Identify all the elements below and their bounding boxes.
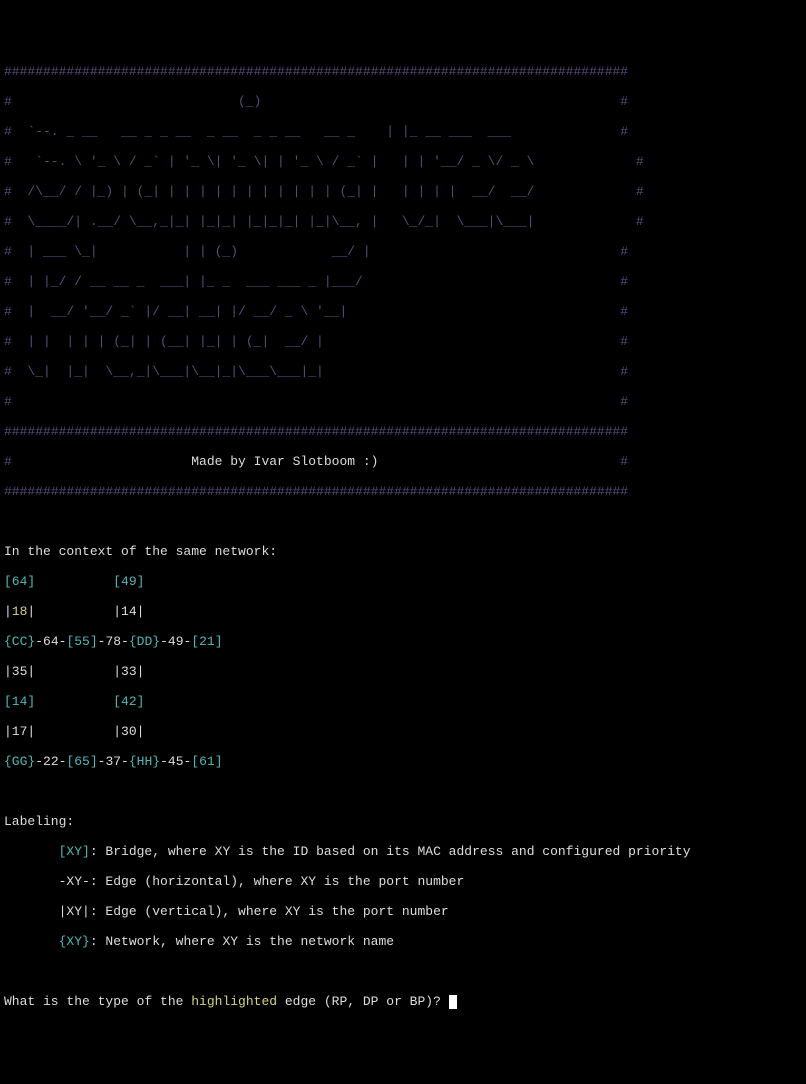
banner-row: # (_) # (4, 94, 802, 109)
border-char: # (378, 454, 628, 469)
banner-row: # | ___ \_| | | (_) __/ | # (4, 244, 802, 259)
banner-row: # | __/ '__/ _` |/ __| __| |/ __/ _ \ '_… (4, 304, 802, 319)
edge-bar: | (4, 604, 12, 619)
bridge-id: [64] (4, 574, 35, 589)
border-char: # (4, 454, 191, 469)
banner-row: # \_| |_| \__,_|\___|\__|_|\___\___|_| # (4, 364, 802, 379)
edge-text: -49- (160, 634, 191, 649)
labeling-edge-h: -XY-: Edge (horizontal), where XY is the… (4, 874, 802, 889)
banner-row: # # (4, 394, 802, 409)
edge-text: -37- (98, 754, 129, 769)
banner-row: # `--. _ __ __ _ _ __ _ __ _ _ __ __ _ |… (4, 124, 802, 139)
prompt-text: edge (RP, DP or BP)? (277, 994, 449, 1009)
context-line: In the context of the same network: (4, 544, 802, 559)
network-id: {HH} (129, 754, 160, 769)
topology-row: |17| |30| (4, 724, 802, 739)
topology-row: {GG}-22-[65]-37-{HH}-45-[61] (4, 754, 802, 769)
label-desc: : Network, where XY is the network name (90, 934, 394, 949)
blank-line (4, 514, 802, 529)
spacer (35, 694, 113, 709)
bridge-id: [42] (113, 694, 144, 709)
banner-row: # | | | | | (_| | (__| |_| | (_| __/ | # (4, 334, 802, 349)
network-id: {CC} (4, 634, 35, 649)
banner-madeby-row: # Made by Ivar Slotboom :) # (4, 454, 802, 469)
bridge-id: [21] (191, 634, 222, 649)
topology-row: [14] [42] (4, 694, 802, 709)
bridge-id: [61] (191, 754, 222, 769)
labeling-network: {XY}: Network, where XY is the network n… (4, 934, 802, 949)
banner-border-bottom: ########################################… (4, 484, 802, 499)
banner-row: # `--. \ '_ \ / _` | '_ \| '_ \| | '_ \ … (4, 154, 802, 169)
topology-row: {CC}-64-[55]-78-{DD}-49-[21] (4, 634, 802, 649)
label-tag: {XY} (59, 934, 90, 949)
edge-text: -45- (160, 754, 191, 769)
blank-line (4, 784, 802, 799)
topology-row: [64] [49] (4, 574, 802, 589)
labeling-edge-v: |XY|: Edge (vertical), where XY is the p… (4, 904, 802, 919)
labeling-bridge: [XY]: Bridge, where XY is the ID based o… (4, 844, 802, 859)
labeling-title: Labeling: (4, 814, 802, 829)
banner-row: # \____/| .__/ \__,_|_| |_|_| |_|_|_| |_… (4, 214, 802, 229)
label-tag: [XY] (59, 844, 90, 859)
blank-line (4, 964, 802, 979)
topology-row: |35| |33| (4, 664, 802, 679)
prompt-highlight: highlighted (191, 994, 277, 1009)
prompt-line[interactable]: What is the type of the highlighted edge… (4, 994, 802, 1009)
edge-text: | |14| (27, 604, 144, 619)
network-id: {DD} (129, 634, 160, 649)
bridge-id: [49] (113, 574, 144, 589)
network-id: {GG} (4, 754, 35, 769)
bridge-id: [65] (66, 754, 97, 769)
banner-row: # /\__/ / |_) | (_| | | | | | | | | | | … (4, 184, 802, 199)
indent (4, 934, 59, 949)
topology-row: |18| |14| (4, 604, 802, 619)
bridge-id: [14] (4, 694, 35, 709)
made-by-text: Made by Ivar Slotboom :) (191, 454, 378, 469)
label-desc: : Bridge, where XY is the ID based on it… (90, 844, 691, 859)
banner-border-top: ########################################… (4, 64, 802, 79)
spacer (35, 574, 113, 589)
edge-text: -64- (35, 634, 66, 649)
indent (4, 844, 59, 859)
prompt-text: What is the type of the (4, 994, 191, 1009)
edge-text: -78- (98, 634, 129, 649)
bridge-id: [55] (66, 634, 97, 649)
cursor-icon[interactable] (449, 995, 457, 1009)
banner-border-mid: ########################################… (4, 424, 802, 439)
highlighted-edge: 18 (12, 604, 28, 619)
edge-text: -22- (35, 754, 66, 769)
banner-row: # | |_/ / __ __ _ ___| |_ _ ___ ___ _ |_… (4, 274, 802, 289)
